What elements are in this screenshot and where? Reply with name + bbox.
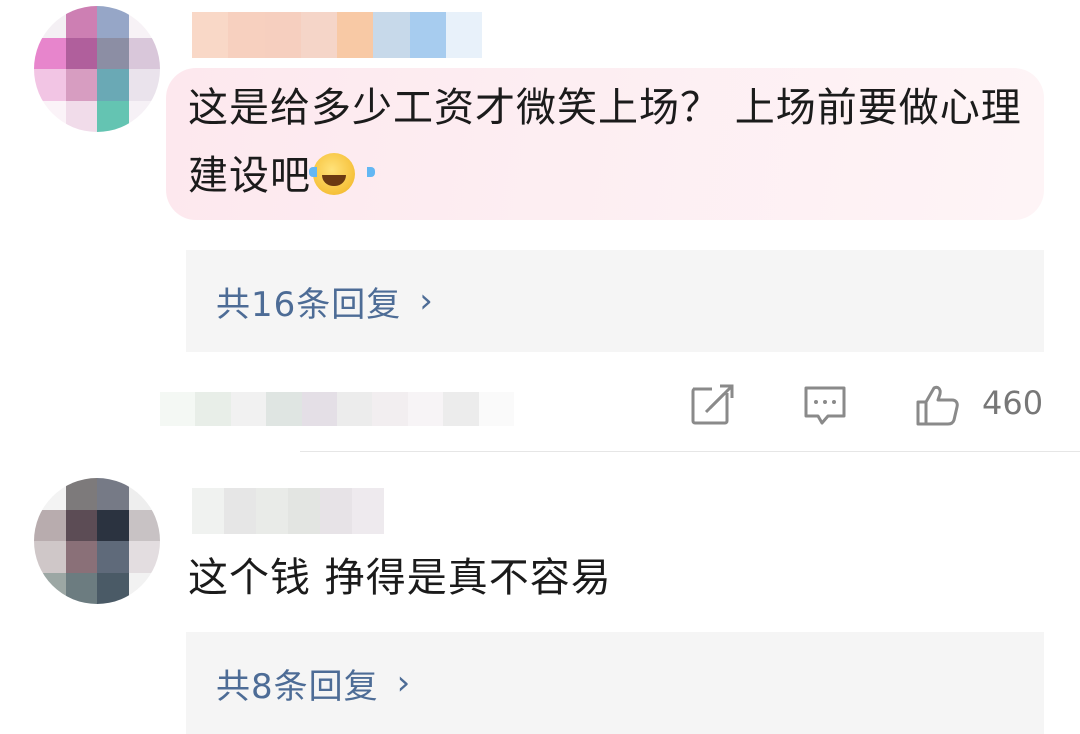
thumbs-up-icon[interactable] [914,382,960,428]
view-replies-button[interactable]: 共16条回复 › [186,250,1044,352]
like-count: 460 [982,384,1044,422]
comment-item: 这个钱 挣得是真不容易 共8条回复 › [0,452,1080,734]
share-icon[interactable] [690,382,736,428]
chevron-right-icon: › [396,663,411,703]
replies-count-label: 共16条回复 [216,284,402,325]
avatar[interactable] [34,6,160,132]
comment-icon[interactable] [802,382,848,428]
comment-text-content: 这是给多少工资才微笑上场？ 上场前要做心理建设吧 [188,85,1022,199]
laugh-cry-icon [309,153,375,195]
username-blurred[interactable] [192,12,482,58]
chevron-right-icon: › [419,281,433,321]
comment-text[interactable]: 这个钱 挣得是真不容易 [188,544,1028,612]
avatar[interactable] [34,478,160,604]
comment-text[interactable]: 这是给多少工资才微笑上场？ 上场前要做心理建设吧 [188,74,1028,210]
comment-actions: 460 [0,380,1080,430]
comment-item: 这是给多少工资才微笑上场？ 上场前要做心理建设吧 共16条回复 › 460 [0,0,1080,452]
replies-count-label: 共8条回复 [216,666,379,707]
username-blurred[interactable] [192,488,384,534]
view-replies-button[interactable]: 共8条回复 › [186,632,1044,734]
